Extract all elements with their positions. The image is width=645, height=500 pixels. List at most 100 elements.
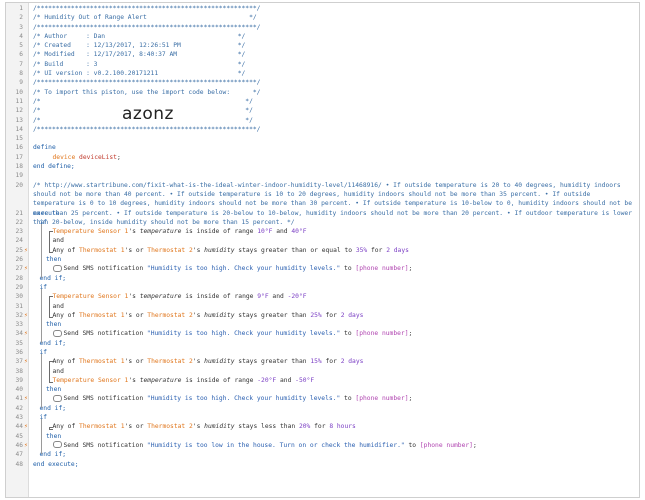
- condition-text: 's: [192, 423, 205, 431]
- line-number: 4: [19, 32, 23, 40]
- code-line[interactable]: 27 ⚡ Send SMS notification "Humidity is to…: [6, 264, 639, 273]
- code-line[interactable]: 13/* */: [6, 116, 639, 125]
- code-text: if: [40, 218, 636, 227]
- block-guide: [41, 354, 42, 408]
- code-line[interactable]: 15: [6, 134, 639, 143]
- code-line[interactable]: 28 end if;: [6, 274, 639, 283]
- code-line[interactable]: 6 /* Modified : 12/17/2017, 8:40:37 AM */: [6, 50, 639, 59]
- line-number: 47: [15, 451, 23, 459]
- code-line[interactable]: 46 ⚡ Send SMS notification "Humidity is to…: [6, 441, 639, 450]
- code-line[interactable]: 9 /**************************************…: [6, 78, 639, 87]
- code-text: and: [53, 302, 636, 311]
- code-text: Any of Thermostat 1's or Thermostat 2's …: [53, 311, 636, 320]
- code-line[interactable]: 25 ⚡ Any of Thermostat 1's or Thermostat 2…: [6, 246, 639, 255]
- code-line[interactable]: 44 ⚡ Any of Thermostat 1's or Thermostat 2…: [6, 422, 639, 431]
- code-line[interactable]: 26 then: [6, 255, 639, 264]
- code-line[interactable]: 19: [6, 171, 639, 180]
- code-line[interactable]: 34 ⚡ Send SMS notification "Humidity is to…: [6, 329, 639, 338]
- code-line[interactable]: 23 Temperature Sensor 1's temperature is …: [6, 227, 639, 236]
- keyword: then: [46, 321, 62, 329]
- condition-text: 's or: [124, 311, 148, 319]
- trigger-bolt-icon: ⚡: [24, 264, 28, 273]
- code-text: Send SMS notification "Humidity is too l…: [52, 441, 636, 450]
- code-line[interactable]: 24 and: [6, 236, 639, 245]
- code-text: Any of Thermostat 1's or Thermostat 2's …: [53, 246, 636, 255]
- code-line[interactable]: 42 end if;: [6, 404, 639, 413]
- code-line[interactable]: 14 /*************************************…: [6, 125, 639, 134]
- code-line[interactable]: 8 /* UI version : v0.2.100.20171211 */: [6, 69, 639, 78]
- code-line[interactable]: 35 end if;: [6, 339, 639, 348]
- condition-bracket-bottom: [49, 428, 53, 430]
- piston-code-editor: 1 /**************************************…: [5, 2, 640, 498]
- code-line[interactable]: 37 ⚡ Any of Thermostat 1's or Thermostat 2…: [6, 357, 639, 366]
- code-text: /* UI version : v0.2.100.20171211 */: [33, 69, 635, 78]
- code-line[interactable]: 40 then: [6, 385, 639, 394]
- keyword: then: [46, 256, 62, 264]
- code-text: then: [46, 255, 635, 264]
- value: 35%: [355, 246, 368, 254]
- code-line[interactable]: 30 Temperature Sensor 1's temperature is …: [6, 292, 639, 301]
- line-number: 6: [19, 51, 23, 59]
- code-line[interactable]: 18 end define;: [6, 162, 639, 171]
- phone-placeholder: [phone number]: [355, 395, 409, 403]
- code-line[interactable]: 16 define: [6, 143, 639, 152]
- comment-text: /***************************************…: [33, 5, 261, 12]
- operator-text: and: [52, 302, 64, 310]
- attribute-name: temperature: [139, 228, 182, 236]
- line-number: 28: [15, 274, 23, 282]
- line-number: 40: [15, 386, 23, 394]
- condition-text: 's or: [124, 358, 148, 366]
- import-code[interactable]: azonz: [122, 104, 174, 124]
- code-line[interactable]: 48 end execute;: [6, 460, 639, 469]
- code-line[interactable]: 41 ⚡ Send SMS notification "Humidity is to…: [6, 394, 639, 403]
- line-number: 3: [19, 23, 23, 31]
- code-text: /* Build : 3 */: [33, 60, 635, 69]
- code-line[interactable]: 38 and: [6, 367, 639, 376]
- code-line[interactable]: 2 /* Humidity Out of Range Alert */: [6, 13, 639, 22]
- code-line[interactable]: 11/* */: [6, 97, 639, 106]
- condition-text: Any of: [52, 311, 80, 319]
- code-line[interactable]: 10 /* To import this piston, use the impo…: [6, 88, 639, 97]
- comment-bubble-icon: [52, 264, 62, 272]
- code-text: and: [53, 367, 636, 376]
- code-line[interactable]: 47 end if;: [6, 450, 639, 459]
- code-line[interactable]: 29 if: [6, 283, 639, 292]
- device-name: Thermostat 1: [79, 311, 125, 319]
- code-line[interactable]: 36 if: [6, 348, 639, 357]
- code-line[interactable]: 3 /**************************************…: [6, 23, 639, 32]
- line-number: 43: [15, 414, 23, 422]
- code-line[interactable]: 17 device deviceList;: [6, 153, 639, 162]
- attribute-name: humidity: [204, 358, 235, 366]
- code-text: device deviceList;: [53, 153, 636, 162]
- code-line[interactable]: 12/* */: [6, 106, 639, 115]
- code-line[interactable]: 39 Temperature Sensor 1's temperature is …: [6, 376, 639, 385]
- line-number: 32: [15, 311, 23, 319]
- code-line[interactable]: 22 if: [6, 218, 639, 227]
- value: 2 days: [340, 358, 364, 366]
- device-name: Thermostat 1: [79, 423, 125, 431]
- task-text: to: [340, 330, 356, 338]
- code-line[interactable]: 21 execute: [6, 209, 639, 218]
- value: 15%: [310, 358, 322, 366]
- code-text: then: [46, 432, 635, 441]
- code-line[interactable]: 43 if: [6, 413, 639, 422]
- code-line[interactable]: 33 then: [6, 320, 639, 329]
- code-line[interactable]: 32 ⚡ Any of Thermostat 1's or Thermostat 2…: [6, 311, 639, 320]
- code-text: /***************************************…: [33, 4, 635, 13]
- line-number: 36: [15, 348, 23, 356]
- code-line[interactable]: 1 /**************************************…: [6, 4, 639, 13]
- code-line[interactable]: 5 /* Created : 12/13/2017, 12:26:51 PM */: [6, 41, 639, 50]
- code-line[interactable]: 4 /* Author : Dan */: [6, 32, 639, 41]
- value: 20%: [298, 423, 311, 431]
- code-line[interactable]: 20/* http://www.startribune.com/fixit-wh…: [6, 181, 639, 226]
- code-line[interactable]: 7 /* Build : 3 */: [6, 60, 639, 69]
- task-text: Send SMS notification: [63, 441, 147, 449]
- code-line[interactable]: 31 and: [6, 302, 639, 311]
- line-number: 34: [15, 330, 23, 338]
- code-line[interactable]: 45 then: [6, 432, 639, 441]
- value: 10°F: [257, 228, 273, 236]
- condition-text: stays less than: [234, 423, 299, 431]
- line-number: 12: [15, 107, 23, 115]
- code-text: /* Created : 12/13/2017, 12:26:51 PM */: [33, 41, 635, 50]
- attribute-name: temperature: [139, 376, 182, 384]
